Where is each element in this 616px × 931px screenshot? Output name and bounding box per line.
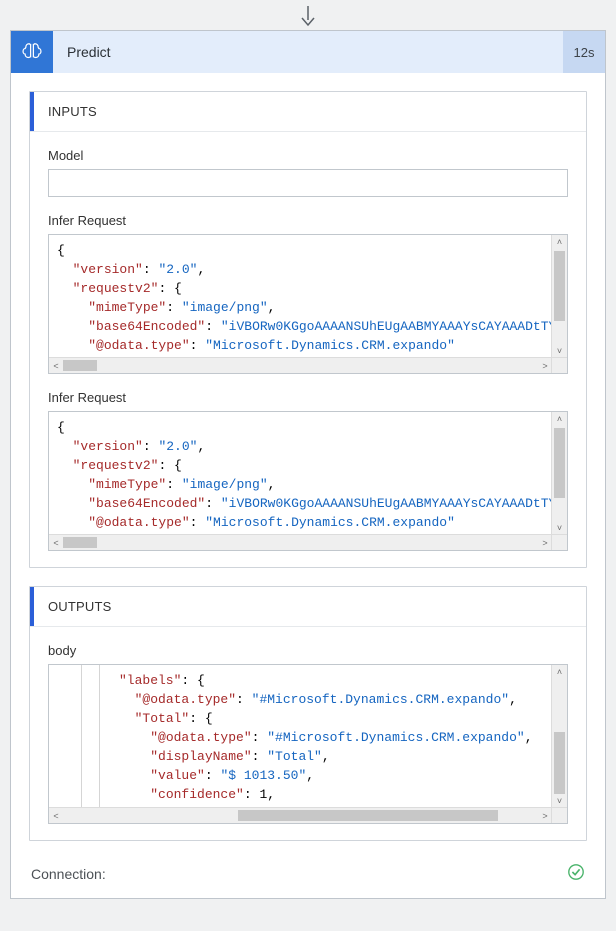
scroll-thumb[interactable]: [554, 732, 565, 794]
gutter-line: [99, 665, 100, 808]
infer-request-1-box[interactable]: { "version": "2.0", "requestv2": { "mime…: [48, 234, 568, 374]
brain-icon: [11, 31, 53, 73]
infer-request-1: Infer Request { "version": "2.0", "reque…: [48, 213, 568, 374]
scrollbar-horizontal[interactable]: ˂ ˃: [49, 807, 552, 823]
connection-row: Connection:: [29, 859, 587, 884]
scrollbar-horizontal[interactable]: ˂ ˃: [49, 534, 552, 550]
scroll-up-icon[interactable]: ˄: [557, 412, 562, 426]
flow-arrow: [10, 0, 606, 30]
predict-card: Predict 12s INPUTS Model Infer Request {…: [10, 30, 606, 899]
scrollbar-vertical[interactable]: ˄ ˅: [551, 412, 567, 535]
scroll-down-icon[interactable]: ˅: [557, 794, 562, 808]
card-duration: 12s: [563, 31, 605, 73]
scroll-left-icon[interactable]: ˂: [49, 811, 63, 821]
scroll-down-icon[interactable]: ˅: [557, 344, 562, 358]
scrollbar-corner: [551, 357, 567, 373]
scroll-up-icon[interactable]: ˄: [557, 665, 562, 679]
scroll-thumb[interactable]: [63, 537, 97, 548]
scrollbar-horizontal[interactable]: ˂ ˃: [49, 357, 552, 373]
card-title: Predict: [53, 31, 563, 73]
scroll-left-icon[interactable]: ˂: [49, 361, 63, 371]
infer-request-2-label: Infer Request: [48, 390, 568, 405]
infer-request-1-label: Infer Request: [48, 213, 568, 228]
scroll-right-icon[interactable]: ˃: [538, 811, 552, 821]
infer-request-2-box[interactable]: { "version": "2.0", "requestv2": { "mime…: [48, 411, 568, 551]
outputs-section: OUTPUTS body "labels": { "@odata.type": …: [29, 586, 587, 841]
card-header[interactable]: Predict 12s: [11, 31, 605, 73]
scroll-down-icon[interactable]: ˅: [557, 521, 562, 535]
scroll-thumb[interactable]: [63, 360, 97, 371]
scroll-right-icon[interactable]: ˃: [538, 361, 552, 371]
outputs-heading: OUTPUTS: [30, 587, 586, 626]
inputs-section: INPUTS Model Infer Request { "version": …: [29, 91, 587, 568]
scroll-right-icon[interactable]: ˃: [538, 538, 552, 548]
body-box[interactable]: "labels": { "@odata.type": "#Microsoft.D…: [48, 664, 568, 824]
scrollbar-corner: [551, 807, 567, 823]
scrollbar-corner: [551, 534, 567, 550]
infer-request-2: Infer Request { "version": "2.0", "reque…: [48, 390, 568, 551]
scrollbar-vertical[interactable]: ˄ ˅: [551, 665, 567, 808]
scroll-up-icon[interactable]: ˄: [557, 235, 562, 249]
model-label: Model: [48, 148, 568, 163]
inputs-heading: INPUTS: [30, 92, 586, 131]
scroll-thumb[interactable]: [554, 251, 565, 321]
scroll-thumb[interactable]: [554, 428, 565, 498]
body-label: body: [48, 643, 568, 658]
connection-label: Connection:: [31, 866, 106, 882]
body-field: body "labels": { "@odata.type": "#Micros…: [48, 643, 568, 824]
check-icon: [567, 863, 585, 884]
scrollbar-vertical[interactable]: ˄ ˅: [551, 235, 567, 358]
gutter-line: [81, 665, 82, 808]
scroll-left-icon[interactable]: ˂: [49, 538, 63, 548]
model-field: Model: [48, 148, 568, 197]
model-input[interactable]: [48, 169, 568, 197]
scroll-thumb[interactable]: [238, 810, 498, 821]
